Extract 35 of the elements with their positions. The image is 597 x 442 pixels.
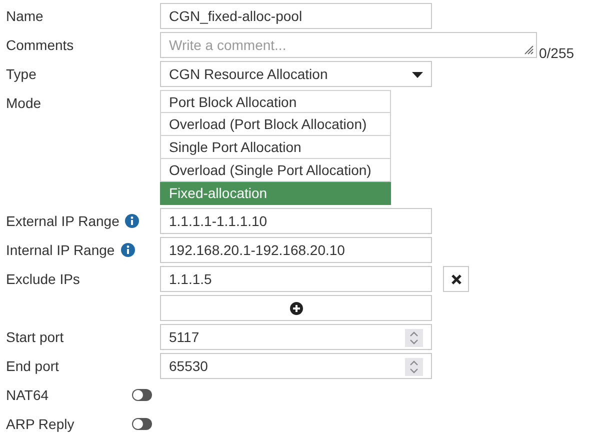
text-field[interactable]: 1.1.1.5 <box>160 266 432 292</box>
field-label: External IP Range <box>6 213 120 229</box>
character-counter: 0/255 <box>539 45 574 61</box>
text-field[interactable]: 1.1.1.1-1.1.1.10 <box>160 208 432 234</box>
toggle-switch[interactable] <box>132 418 152 430</box>
spinner-icon[interactable] <box>405 358 423 376</box>
field-label: Internal IP Range <box>6 242 115 258</box>
info-icon[interactable] <box>125 214 140 228</box>
resize-grip-icon[interactable] <box>524 45 534 55</box>
field-label: Exclude IPs <box>6 271 80 287</box>
field-label: End port <box>6 358 59 374</box>
mode-option[interactable]: Overload (Port Block Allocation) <box>160 113 391 136</box>
remove-button[interactable] <box>443 266 469 292</box>
field-label: Name <box>6 8 44 24</box>
field-label: Start port <box>6 329 64 345</box>
number-field[interactable]: 5117 <box>160 324 432 350</box>
field-label: NAT64 <box>6 387 49 403</box>
mode-option[interactable]: Fixed-allocation <box>160 182 391 205</box>
field-label: Mode <box>6 95 42 111</box>
text-field[interactable]: CGN_fixed-alloc-pool <box>160 3 432 29</box>
field-label: ARP Reply <box>6 416 74 432</box>
type-dropdown[interactable]: CGN Resource Allocation <box>160 61 432 87</box>
plus-icon <box>290 302 302 314</box>
toggle-switch[interactable] <box>132 389 152 401</box>
text-field[interactable]: 192.168.20.1-192.168.20.10 <box>160 237 432 263</box>
field-label: Comments <box>6 37 74 53</box>
info-icon[interactable] <box>120 243 135 257</box>
mode-option[interactable]: Single Port Allocation <box>160 136 391 159</box>
close-icon <box>450 274 462 284</box>
mode-option[interactable]: Overload (Single Port Allocation) <box>160 159 391 182</box>
caret-icon <box>412 72 423 78</box>
spinner-icon[interactable] <box>405 329 423 347</box>
mode-option[interactable]: Port Block Allocation <box>160 90 391 113</box>
number-field[interactable]: 65530 <box>160 353 432 379</box>
field-label: Type <box>6 66 36 82</box>
